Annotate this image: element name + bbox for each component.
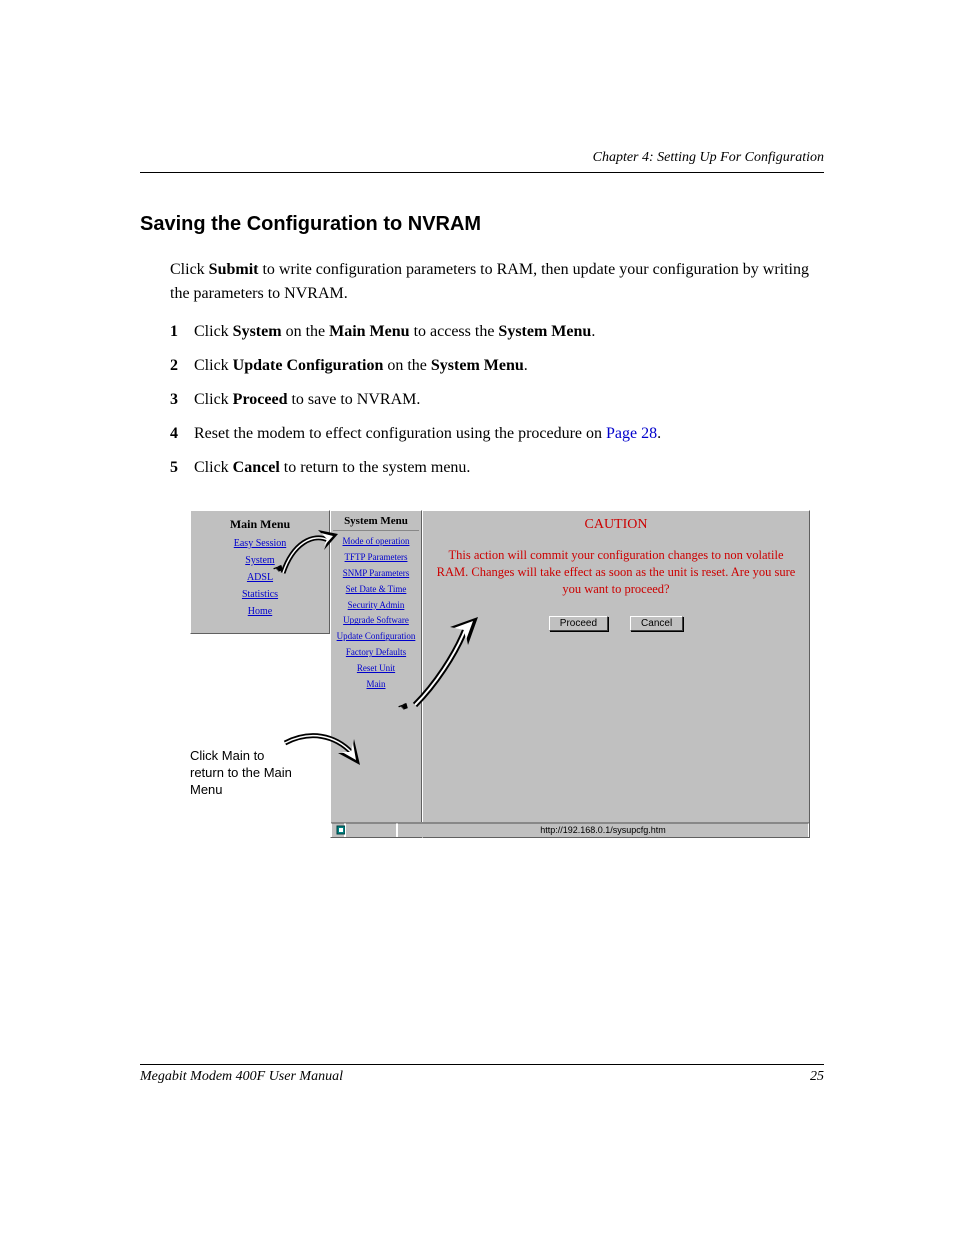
t: to return to the system menu. xyxy=(280,459,471,476)
step-3: 3 Click Proceed to save to NVRAM. xyxy=(170,388,824,412)
status-icon xyxy=(331,823,345,837)
t: on the xyxy=(383,357,431,374)
step-text: Reset the modem to effect configuration … xyxy=(194,422,824,446)
sm-factory[interactable]: Factory Defaults xyxy=(333,648,419,658)
caution-panel: CAUTION This action will commit your con… xyxy=(422,510,810,838)
sm-upgrade[interactable]: Upgrade Software xyxy=(333,616,419,626)
sm-reset[interactable]: Reset Unit xyxy=(333,664,419,674)
page-link[interactable]: Page 28 xyxy=(606,425,657,442)
chapter-header: Chapter 4: Setting Up For Configuration xyxy=(140,150,824,173)
steps-list: 1 Click System on the Main Menu to acces… xyxy=(170,320,824,480)
t: Click xyxy=(194,357,233,374)
step-num: 4 xyxy=(170,422,194,446)
t: Click xyxy=(194,459,233,476)
main-menu-adsl[interactable]: ADSL xyxy=(195,572,325,583)
step-num: 5 xyxy=(170,456,194,480)
step-text: Click Update Configuration on the System… xyxy=(194,354,824,378)
t: System xyxy=(233,323,282,340)
sm-mode[interactable]: Mode of operation xyxy=(333,537,419,547)
page-footer: Megabit Modem 400F User Manual 25 xyxy=(140,1064,824,1085)
main-menu-system[interactable]: System xyxy=(195,555,325,566)
sm-snmp[interactable]: SNMP Parameters xyxy=(333,569,419,579)
intro-submit: Submit xyxy=(209,261,259,278)
step-4: 4 Reset the modem to effect configuratio… xyxy=(170,422,824,446)
sm-datetime[interactable]: Set Date & Time xyxy=(333,585,419,595)
section-title: Saving the Configuration to NVRAM xyxy=(140,213,824,236)
t: Main Menu xyxy=(329,323,409,340)
t: Reset the modem to effect configuration … xyxy=(194,425,606,442)
t: Click xyxy=(194,323,233,340)
step-text: Click System on the Main Menu to access … xyxy=(194,320,824,344)
t: . xyxy=(657,425,661,442)
main-menu-panel: Main Menu Easy Session System ADSL Stati… xyxy=(190,510,330,634)
t: Cancel xyxy=(233,459,280,476)
t: to access the xyxy=(410,323,499,340)
step-5: 5 Click Cancel to return to the system m… xyxy=(170,456,824,480)
cancel-button[interactable]: Cancel xyxy=(630,616,683,631)
main-menu-statistics[interactable]: Statistics xyxy=(195,589,325,600)
system-menu-panel: System Menu Mode of operation TFTP Param… xyxy=(330,510,422,838)
intro-paragraph: Click Submit to write configuration para… xyxy=(170,258,824,306)
annotation-click-main: Click Main to return to the Main Menu xyxy=(190,748,300,799)
caution-title: CAUTION xyxy=(433,517,799,533)
t: Update Configuration xyxy=(233,357,384,374)
main-menu-home[interactable]: Home xyxy=(195,606,325,617)
sm-main[interactable]: Main xyxy=(333,680,419,690)
sm-security[interactable]: Security Admin xyxy=(333,601,419,611)
step-1: 1 Click System on the Main Menu to acces… xyxy=(170,320,824,344)
t: Proceed xyxy=(233,391,288,408)
t: . xyxy=(591,323,595,340)
system-menu-title: System Menu xyxy=(333,515,419,531)
intro-post: to write configuration parameters to RAM… xyxy=(170,261,809,302)
step-num: 1 xyxy=(170,320,194,344)
t: on the xyxy=(282,323,330,340)
status-spacer xyxy=(345,823,397,837)
footer-page-number: 25 xyxy=(810,1069,824,1085)
main-menu-title: Main Menu xyxy=(195,517,325,532)
sm-tftp[interactable]: TFTP Parameters xyxy=(333,553,419,563)
t: . xyxy=(524,357,528,374)
sm-update-config[interactable]: Update Configuration xyxy=(333,632,419,642)
main-menu-easy-session[interactable]: Easy Session xyxy=(195,538,325,549)
status-url-text: http://192.168.0.1/sysupcfg.htm xyxy=(540,825,666,835)
step-2: 2 Click Update Configuration on the Syst… xyxy=(170,354,824,378)
intro-pre: Click xyxy=(170,261,209,278)
footer-title: Megabit Modem 400F User Manual xyxy=(140,1069,343,1085)
step-text: Click Proceed to save to NVRAM. xyxy=(194,388,824,412)
step-num: 3 xyxy=(170,388,194,412)
t: System Menu xyxy=(431,357,524,374)
step-num: 2 xyxy=(170,354,194,378)
screenshot-figure: Main Menu Easy Session System ADSL Stati… xyxy=(190,510,810,838)
proceed-button[interactable]: Proceed xyxy=(549,616,608,631)
t: System Menu xyxy=(498,323,591,340)
caution-text: This action will commit your configurati… xyxy=(433,547,799,598)
t: to save to NVRAM. xyxy=(287,391,420,408)
status-url: http://192.168.0.1/sysupcfg.htm xyxy=(397,823,809,837)
t: Click xyxy=(194,391,233,408)
step-text: Click Cancel to return to the system men… xyxy=(194,456,824,480)
